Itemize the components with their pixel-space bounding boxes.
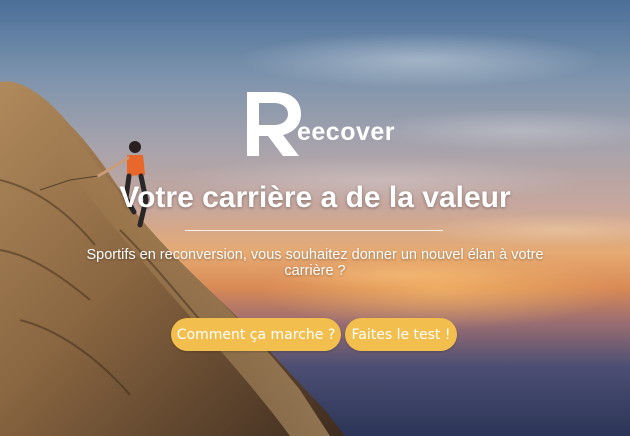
- hero-subtitle: Sportifs en reconversion, vous souhaitez…: [86, 247, 544, 279]
- hero-background: [0, 0, 630, 436]
- r-logo-icon: [247, 92, 301, 156]
- hero-title: Votre carrière a de la valeur: [119, 181, 511, 214]
- how-it-works-button[interactable]: Comment ça marche ?: [171, 318, 341, 351]
- climber-figure: [39, 141, 149, 228]
- brand-wordmark: eecover: [297, 118, 396, 146]
- recover-logo[interactable]: eecover: [243, 88, 396, 160]
- title-divider: [185, 230, 443, 231]
- take-test-button[interactable]: Faites le test !: [345, 318, 457, 351]
